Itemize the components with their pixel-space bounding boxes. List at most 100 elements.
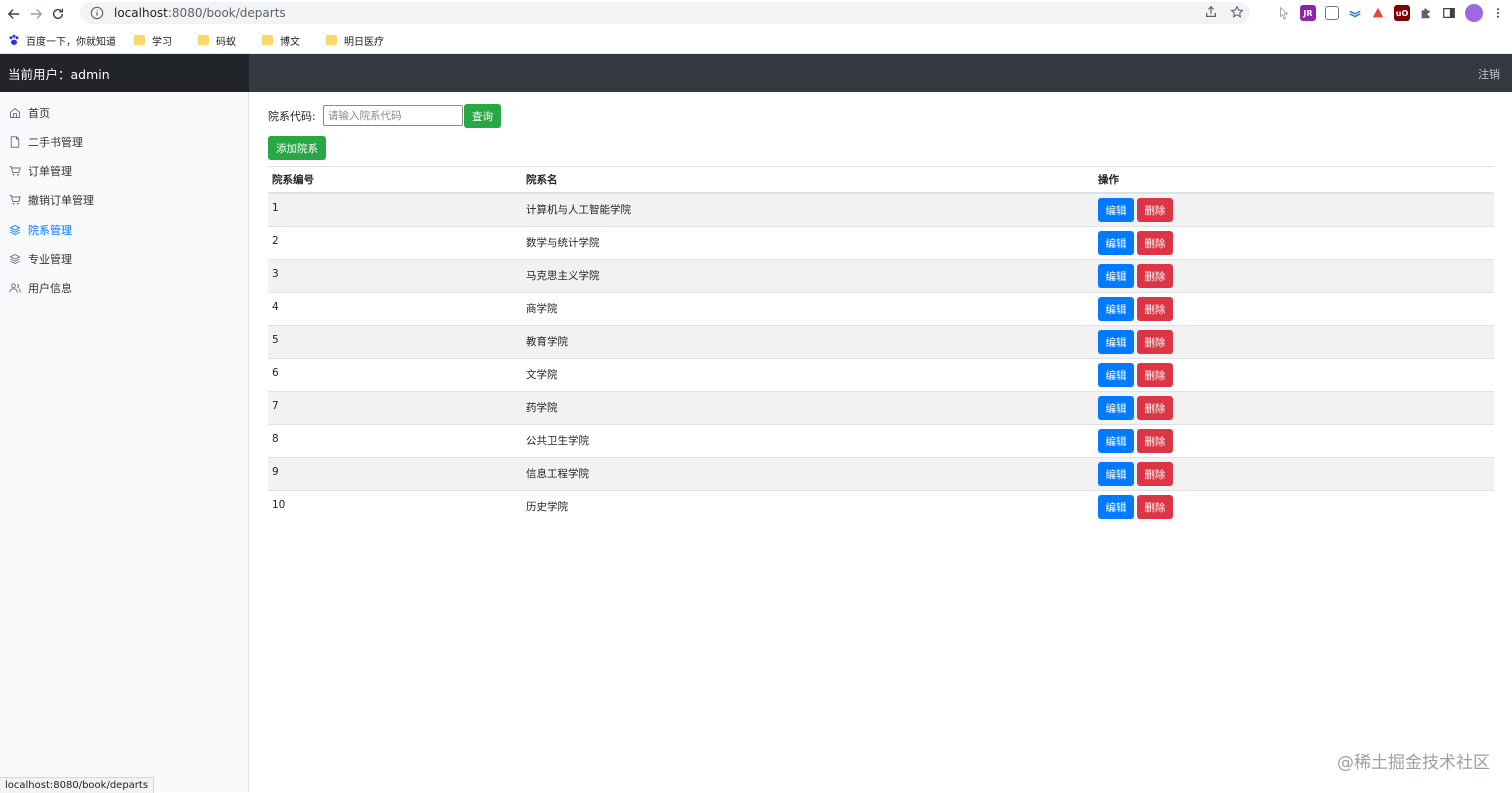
sidebar-item-label: 首页 bbox=[28, 107, 50, 120]
share-icon[interactable] bbox=[1204, 5, 1218, 19]
address-bar[interactable]: localhost:8080/book/departs bbox=[80, 2, 1250, 24]
current-user: 当前用户：admin bbox=[0, 54, 249, 92]
users-icon bbox=[9, 282, 21, 294]
arrow-left-icon bbox=[7, 8, 20, 19]
delete-button[interactable]: 删除 bbox=[1137, 495, 1173, 519]
delete-button[interactable]: 删除 bbox=[1137, 363, 1173, 387]
delete-button[interactable]: 删除 bbox=[1137, 396, 1173, 420]
url-host: localhost bbox=[114, 6, 168, 20]
folder-icon bbox=[134, 35, 145, 45]
edit-button[interactable]: 编辑 bbox=[1098, 495, 1134, 519]
actions-cell: 编辑 删除 bbox=[1094, 292, 1494, 326]
layers-icon bbox=[9, 253, 21, 265]
edit-button[interactable]: 编辑 bbox=[1098, 330, 1134, 354]
department-name-cell: 商学院 bbox=[522, 292, 1094, 326]
table-row: 10 历史学院 编辑 删除 bbox=[268, 490, 1494, 523]
sidebar-item-users[interactable]: 用户信息 bbox=[0, 277, 248, 299]
puzzle-icon[interactable] bbox=[1419, 6, 1433, 20]
add-department-button[interactable]: 添加院系 bbox=[268, 136, 326, 160]
window-extension-icon[interactable] bbox=[1325, 6, 1339, 20]
department-id-cell: 10 bbox=[268, 490, 522, 523]
actions-group: 编辑 删除 bbox=[1098, 491, 1490, 519]
sidebar-item-label: 二手书管理 bbox=[28, 136, 83, 149]
bookmark-folder-study[interactable]: 学习 bbox=[134, 33, 172, 48]
profile-avatar[interactable] bbox=[1465, 4, 1483, 22]
more-menu-icon[interactable] bbox=[1492, 6, 1504, 20]
app-header: 当前用户：admin 注销 bbox=[0, 54, 1512, 92]
query-button[interactable]: 查询 bbox=[464, 104, 501, 128]
department-name-cell: 文学院 bbox=[522, 358, 1094, 392]
actions-cell: 编辑 删除 bbox=[1094, 226, 1494, 260]
sidebar-item-departments[interactable]: 院系管理 bbox=[0, 219, 248, 241]
actions-cell: 编辑 删除 bbox=[1094, 391, 1494, 425]
file-icon bbox=[9, 136, 21, 148]
logout-link[interactable]: 注销 bbox=[1478, 66, 1500, 82]
arrow-right-icon bbox=[30, 8, 43, 19]
table-row: 9 信息工程学院 编辑 删除 bbox=[268, 457, 1494, 491]
bookmark-folder-medical[interactable]: 明日医疗 bbox=[326, 33, 384, 48]
layers-icon bbox=[9, 224, 21, 236]
delete-button[interactable]: 删除 bbox=[1137, 462, 1173, 486]
table-row: 3 马克思主义学院 编辑 删除 bbox=[268, 259, 1494, 293]
department-id-cell: 6 bbox=[268, 358, 522, 392]
table-row: 8 公共卫生学院 编辑 删除 bbox=[268, 424, 1494, 458]
delete-button[interactable]: 删除 bbox=[1137, 330, 1173, 354]
triangle-extension-icon[interactable] bbox=[1371, 6, 1385, 20]
table-row: 7 药学院 编辑 删除 bbox=[268, 391, 1494, 425]
department-code-input[interactable] bbox=[323, 105, 463, 126]
cart-icon bbox=[9, 194, 21, 206]
sidebar-item-books[interactable]: 二手书管理 bbox=[0, 131, 248, 153]
edit-button[interactable]: 编辑 bbox=[1098, 198, 1134, 222]
sidebar-item-home[interactable]: 首页 bbox=[0, 102, 248, 124]
extensions-bar: JR uO bbox=[1277, 4, 1504, 22]
bookmark-label: 百度一下，你就知道 bbox=[26, 36, 116, 48]
ublock-extension-icon[interactable]: uO bbox=[1394, 5, 1410, 21]
sidebar-item-cancel-orders[interactable]: 撤销订单管理 bbox=[0, 189, 248, 211]
sidebar-item-orders[interactable]: 订单管理 bbox=[0, 160, 248, 182]
column-header-id: 院系编号 bbox=[268, 166, 522, 194]
edit-button[interactable]: 编辑 bbox=[1098, 264, 1134, 288]
jrp-extension-icon[interactable]: JR bbox=[1300, 5, 1316, 21]
actions-group: 编辑 删除 bbox=[1098, 293, 1490, 321]
edit-button[interactable]: 编辑 bbox=[1098, 462, 1134, 486]
actions-group: 编辑 删除 bbox=[1098, 359, 1490, 387]
side-panel-icon[interactable] bbox=[1442, 6, 1456, 20]
actions-group: 编辑 删除 bbox=[1098, 194, 1490, 222]
delete-button[interactable]: 删除 bbox=[1137, 264, 1173, 288]
edit-button[interactable]: 编辑 bbox=[1098, 363, 1134, 387]
actions-cell: 编辑 删除 bbox=[1094, 325, 1494, 359]
column-header-actions: 操作 bbox=[1094, 166, 1494, 194]
reload-icon bbox=[52, 8, 64, 19]
bookmark-folder-blog[interactable]: 博文 bbox=[262, 33, 300, 48]
edit-button[interactable]: 编辑 bbox=[1098, 396, 1134, 420]
actions-cell: 编辑 删除 bbox=[1094, 192, 1494, 227]
watermark: @稀土掘金技术社区 bbox=[1337, 753, 1490, 773]
department-id-cell: 3 bbox=[268, 259, 522, 293]
cursor-extension-icon[interactable] bbox=[1277, 6, 1291, 20]
bookmark-folder-mayi[interactable]: 码蚁 bbox=[198, 33, 236, 48]
bookmark-baidu[interactable]: 百度一下，你就知道 bbox=[8, 33, 116, 48]
delete-button[interactable]: 删除 bbox=[1137, 198, 1173, 222]
edit-button[interactable]: 编辑 bbox=[1098, 429, 1134, 453]
search-label: 院系代码: bbox=[268, 110, 316, 123]
layers-extension-icon[interactable] bbox=[1348, 6, 1362, 20]
bookmark-label: 明日医疗 bbox=[344, 36, 384, 48]
delete-button[interactable]: 删除 bbox=[1137, 429, 1173, 453]
baidu-paw-icon bbox=[9, 34, 19, 45]
star-icon[interactable] bbox=[1230, 5, 1244, 19]
actions-cell: 编辑 删除 bbox=[1094, 457, 1494, 491]
sidebar: 首页 二手书管理 订单管理 撤销订单管理 院系管理 专业管理 用户信息 bbox=[0, 92, 249, 792]
edit-button[interactable]: 编辑 bbox=[1098, 297, 1134, 321]
department-name-cell: 药学院 bbox=[522, 391, 1094, 425]
back-button[interactable] bbox=[3, 3, 25, 25]
department-id-cell: 9 bbox=[268, 457, 522, 491]
reload-button[interactable] bbox=[47, 3, 69, 25]
table-header-row: 院系编号 院系名 操作 bbox=[268, 166, 1494, 194]
department-name-cell: 马克思主义学院 bbox=[522, 259, 1094, 293]
department-id-cell: 2 bbox=[268, 226, 522, 260]
forward-button[interactable] bbox=[25, 3, 47, 25]
delete-button[interactable]: 删除 bbox=[1137, 297, 1173, 321]
sidebar-item-majors[interactable]: 专业管理 bbox=[0, 248, 248, 270]
edit-button[interactable]: 编辑 bbox=[1098, 231, 1134, 255]
delete-button[interactable]: 删除 bbox=[1137, 231, 1173, 255]
